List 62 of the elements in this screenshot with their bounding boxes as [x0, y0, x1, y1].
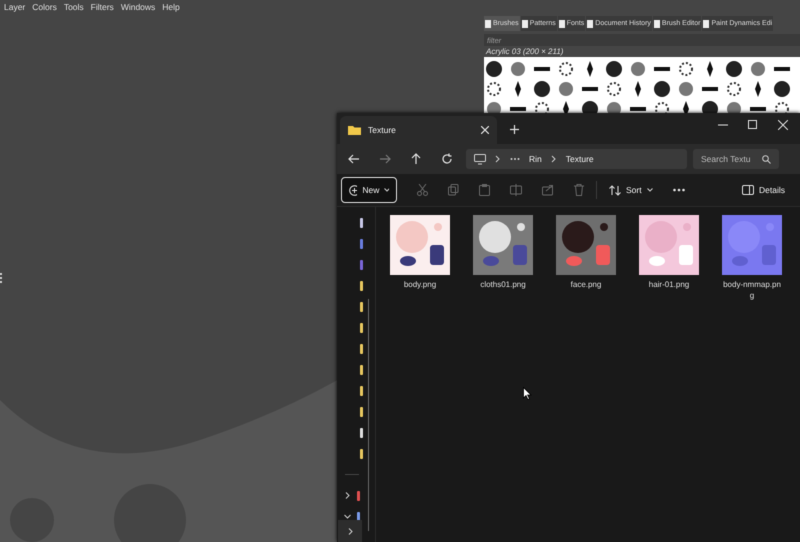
folder-icon[interactable]: [360, 428, 363, 438]
chevron-icon: [495, 155, 501, 163]
close-icon[interactable]: [481, 126, 489, 134]
breadcrumb[interactable]: Rin: [529, 154, 542, 164]
search-field[interactable]: Search Textu: [693, 149, 779, 169]
add-tab-icon[interactable]: [510, 125, 519, 134]
collapse-icon[interactable]: [344, 513, 351, 520]
folder-icon[interactable]: [360, 406, 363, 416]
delete-icon[interactable]: [574, 184, 584, 196]
refresh-icon[interactable]: [441, 153, 453, 165]
address-bar[interactable]: Rin Texture: [466, 149, 687, 169]
file-name[interactable]: body-nmmap.png: [721, 279, 783, 301]
new-button[interactable]: New: [341, 177, 397, 203]
search-icon: [762, 154, 771, 164]
cut-icon[interactable]: [417, 184, 428, 196]
file-name[interactable]: hair-01.png: [638, 279, 700, 290]
chevron-icon: [346, 528, 354, 534]
chevron-icon: [550, 155, 557, 163]
more-icon[interactable]: [510, 157, 520, 161]
sort-icon: [609, 184, 621, 196]
menu-item[interactable]: Windows: [120, 2, 156, 12]
maximize-icon[interactable]: [748, 120, 758, 130]
file-name[interactable]: body.png: [389, 279, 451, 290]
folder-icon[interactable]: [360, 218, 363, 228]
folder-icon[interactable]: [360, 386, 363, 396]
brush-name: Acrylic 03 (200 × 211): [484, 46, 564, 57]
share-icon[interactable]: [542, 184, 554, 196]
file-name[interactable]: face.png: [555, 279, 617, 290]
close-icon[interactable]: [778, 120, 788, 130]
caret-icon: [384, 188, 389, 192]
paste-icon[interactable]: [479, 184, 490, 196]
menu-item[interactable]: Colors: [32, 2, 57, 12]
up-icon[interactable]: [410, 153, 422, 165]
folder-icon[interactable]: [360, 448, 363, 458]
file-name[interactable]: cloths01.png: [472, 279, 534, 290]
copy-icon[interactable]: [448, 184, 459, 196]
folder-icon[interactable]: [360, 302, 363, 312]
folder-icon[interactable]: [360, 344, 363, 354]
back-icon[interactable]: [348, 153, 360, 165]
folder-icon[interactable]: [360, 322, 363, 332]
folder-icon[interactable]: [360, 280, 363, 290]
folder-icon[interactable]: [360, 364, 363, 374]
breadcrumb[interactable]: Texture: [566, 154, 594, 164]
details-button[interactable]: Details: [742, 185, 785, 195]
expand-icon[interactable]: [344, 492, 351, 499]
cursor-icon: [523, 387, 532, 400]
forward-icon[interactable]: [379, 153, 391, 165]
folder-icon: [348, 125, 361, 135]
details-pane-icon: [742, 185, 754, 195]
add-icon: [349, 184, 358, 196]
sort-button[interactable]: Sort: [609, 184, 653, 196]
menu-item[interactable]: Layer: [4, 2, 26, 12]
caret-icon: [646, 188, 653, 192]
monitor-icon: [474, 154, 486, 164]
more-icon[interactable]: [672, 188, 685, 192]
menu-item[interactable]: Help: [162, 2, 180, 12]
menu-item[interactable]: Tools: [64, 2, 84, 12]
window-tab[interactable]: Texture: [340, 116, 497, 144]
drive-icon[interactable]: [357, 490, 360, 500]
rename-icon[interactable]: [510, 184, 522, 196]
menu-item[interactable]: Filters: [90, 2, 114, 12]
pane-toggle-button[interactable]: [338, 520, 362, 542]
